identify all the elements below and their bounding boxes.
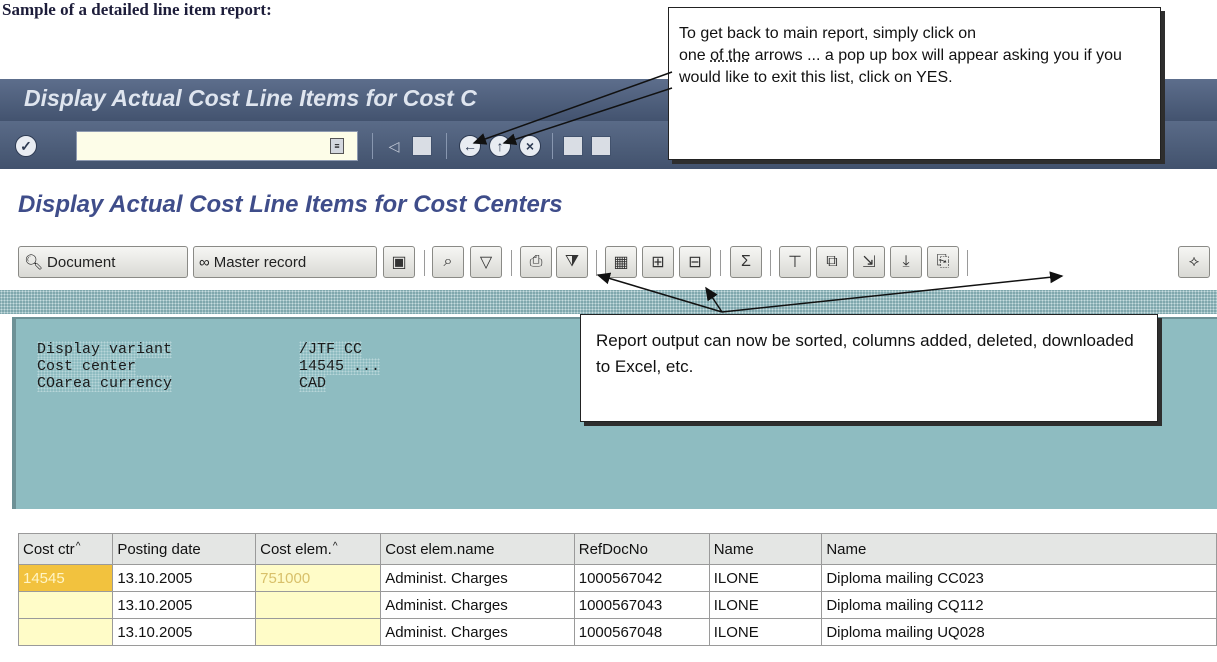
cost-element-cell[interactable]: [255, 618, 382, 646]
callout-text: To get back to main report, simply click…: [679, 25, 977, 42]
document-button[interactable]: 🔍︎ Document: [18, 246, 188, 278]
info-label: Cost center: [37, 358, 137, 375]
toolbar-separator: [424, 250, 425, 276]
info-label: Display variant: [37, 341, 173, 358]
magnifier-icon: 🔍︎: [24, 254, 44, 271]
subtotal-icon[interactable]: ⊤: [779, 246, 811, 278]
back-arrow-icon[interactable]: ←: [459, 135, 481, 157]
export-icon[interactable]: ⇲: [853, 246, 885, 278]
info-label: COarea currency: [37, 375, 173, 392]
name-cell[interactable]: ILONE: [708, 564, 823, 592]
toolbar-separator: [770, 250, 771, 276]
delete-column-icon[interactable]: ⊟: [679, 246, 711, 278]
sort-icon[interactable]: ⧩: [556, 246, 588, 278]
command-history-icon[interactable]: ≡: [330, 138, 344, 154]
name2-cell[interactable]: Diploma mailing UQ028: [821, 618, 1217, 646]
enter-check-icon[interactable]: ✓: [15, 135, 37, 157]
grid-header-row: Cost ctr^ Posting date Cost elem.^ Cost …: [18, 533, 1217, 565]
column-header[interactable]: Cost elem.name: [380, 533, 575, 565]
cost-element-name-cell[interactable]: Administ. Charges: [380, 618, 575, 646]
cost-center-cell[interactable]: [18, 591, 114, 619]
cost-element-cell[interactable]: 751000: [255, 564, 382, 592]
line-items-grid: Cost ctr^ Posting date Cost elem.^ Cost …: [18, 533, 1217, 662]
name-cell[interactable]: ILONE: [708, 591, 823, 619]
table-row[interactable]: 13.10.2005 Administ. Charges 1000567048 …: [18, 618, 1217, 646]
toolbar-separator: [446, 133, 447, 159]
document-heading: Sample of a detailed line item report:: [2, 0, 272, 19]
ref-doc-no-cell[interactable]: 1000567042: [573, 564, 710, 592]
find-icon[interactable]: ⌕: [432, 246, 464, 278]
back-arrows-callout: To get back to main report, simply click…: [668, 7, 1161, 160]
view-icon[interactable]: ⧉: [816, 246, 848, 278]
posting-date-cell[interactable]: 13.10.2005: [112, 618, 257, 646]
report-output-callout: Report output can now be sorted, columns…: [580, 314, 1158, 422]
column-header[interactable]: Posting date: [112, 533, 257, 565]
info-value: 14545 ...: [299, 358, 381, 375]
print-preview-icon[interactable]: ⎙: [520, 246, 552, 278]
toolbar-separator: [967, 250, 968, 276]
command-field[interactable]: [76, 131, 358, 161]
name-cell[interactable]: ILONE: [708, 618, 823, 646]
local-file-icon[interactable]: ⎘: [927, 246, 959, 278]
master-record-button[interactable]: ∞ Master record: [193, 246, 377, 278]
cost-center-cell[interactable]: 14545: [18, 564, 114, 592]
info-value: CAD: [299, 375, 327, 392]
back-triangle-icon[interactable]: ◁: [385, 137, 403, 155]
callout-text: one: [679, 47, 711, 64]
details-icon[interactable]: ▣: [383, 246, 415, 278]
posting-date-cell[interactable]: 13.10.2005: [112, 591, 257, 619]
cancel-icon[interactable]: ×: [519, 135, 541, 157]
add-column-icon[interactable]: ⊞: [642, 246, 674, 278]
window-title: Display Actual Cost Line Items for Cost …: [24, 85, 477, 111]
document-button-label: Document: [47, 253, 116, 271]
ref-doc-no-cell[interactable]: 1000567048: [573, 618, 710, 646]
toolbar-separator: [552, 133, 553, 159]
ref-doc-no-cell[interactable]: 1000567043: [573, 591, 710, 619]
application-title: Display Actual Cost Line Items for Cost …: [18, 191, 563, 218]
layout-icon[interactable]: ▦: [605, 246, 637, 278]
cost-element-cell[interactable]: [255, 591, 382, 619]
save-icon[interactable]: [412, 136, 432, 156]
cost-element-name-cell[interactable]: Administ. Charges: [380, 591, 575, 619]
toolbar-separator: [720, 250, 721, 276]
master-record-button-label: Master record: [213, 253, 307, 271]
column-header[interactable]: RefDocNo: [573, 533, 710, 565]
table-row[interactable]: 13.10.2005 Administ. Charges 1000567043 …: [18, 591, 1217, 619]
column-header[interactable]: Cost elem.^: [255, 533, 382, 565]
dotted-separator: [0, 290, 1217, 314]
toolbar-separator: [372, 133, 373, 159]
posting-date-cell[interactable]: 13.10.2005: [112, 564, 257, 592]
toolbar-separator: [596, 250, 597, 276]
command-input[interactable]: [77, 132, 327, 158]
table-row[interactable]: 14545 13.10.2005 751000 Administ. Charge…: [18, 564, 1217, 592]
find-icon[interactable]: [591, 136, 611, 156]
column-header[interactable]: Cost ctr^: [18, 533, 114, 565]
toolbar-separator: [511, 250, 512, 276]
sum-icon[interactable]: Σ: [730, 246, 762, 278]
column-header[interactable]: Name: [821, 533, 1217, 565]
abc-analysis-icon[interactable]: ⟡: [1178, 246, 1210, 278]
cost-center-cell[interactable]: [18, 618, 114, 646]
name2-cell[interactable]: Diploma mailing CQ112: [821, 591, 1217, 619]
filter-icon[interactable]: ▽: [470, 246, 502, 278]
callout-text: Report output can now be sorted, columns…: [596, 331, 1134, 376]
name2-cell[interactable]: Diploma mailing CC023: [821, 564, 1217, 592]
callout-text: of the: [710, 47, 751, 64]
download-icon[interactable]: ⤓: [890, 246, 922, 278]
print-icon[interactable]: [563, 136, 583, 156]
cost-element-name-cell[interactable]: Administ. Charges: [380, 564, 575, 592]
glasses-icon: ∞: [199, 253, 210, 271]
column-header[interactable]: Name: [708, 533, 823, 565]
exit-arrow-icon[interactable]: ↑: [489, 135, 511, 157]
info-value: /JTF CC: [299, 341, 363, 358]
